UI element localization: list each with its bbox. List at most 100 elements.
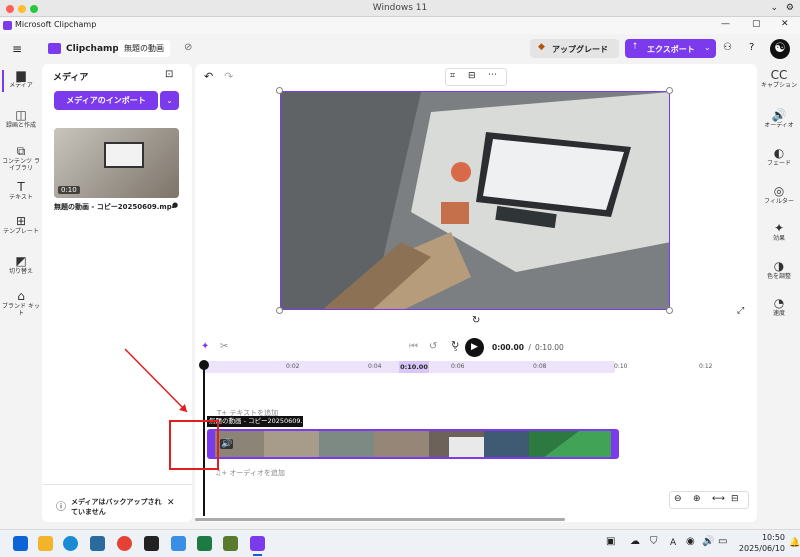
video-clip[interactable]: 🔊 <box>207 429 619 459</box>
add-audio-track[interactable]: ♫+ オーディオを追加 <box>215 468 285 478</box>
rail-item-0[interactable]: ▆ メディア <box>0 68 42 89</box>
wifi-icon[interactable]: ◉ <box>686 536 695 547</box>
active-app-indicator <box>253 554 262 556</box>
right-rail-label: 色を調整 <box>766 273 791 280</box>
minimize-button[interactable]: — <box>721 19 730 29</box>
resize-handle[interactable] <box>666 307 673 314</box>
rotate-icon[interactable]: ↻ <box>472 315 480 326</box>
shield-icon[interactable]: ⛉ <box>650 536 658 547</box>
fit-icon[interactable]: ⊟ <box>468 71 476 81</box>
timeline-scrollbar[interactable] <box>195 518 565 521</box>
rail-item-1[interactable]: ◫ 録画と作成 <box>0 108 42 129</box>
language-indicator[interactable]: A <box>670 538 676 548</box>
panel-collapse-icon[interactable]: ⊡ <box>165 69 173 80</box>
battery-icon[interactable]: ▭ <box>718 536 727 547</box>
fit-timeline-icon[interactable]: ⟷ <box>712 494 725 504</box>
camera-icon: ◫ <box>15 108 27 122</box>
export-button[interactable]: ⭡ エクスポート ⌄ <box>625 39 716 58</box>
rewind-icon[interactable]: ↺ <box>429 341 437 352</box>
store-icon[interactable] <box>90 536 105 551</box>
clip-filmstrip <box>209 431 617 457</box>
play-button[interactable]: ▶ <box>465 338 484 357</box>
rail-item-5[interactable]: ◩ 切り替え <box>0 254 42 275</box>
snap-icon[interactable]: ⊟ <box>731 494 739 504</box>
transition-icon: ◩ <box>15 254 27 268</box>
resize-handle[interactable] <box>276 307 283 314</box>
zoom-out-icon[interactable]: ⊖ <box>674 494 682 504</box>
gear-icon[interactable]: ⚙ <box>786 3 794 13</box>
timeline-ruler[interactable]: 0:02 0:04 0:06 0:08 0:10 0:12 0:10.00 <box>202 361 750 373</box>
video-frame <box>281 92 669 309</box>
tray-icon[interactable]: ▣ <box>606 536 615 547</box>
rail-item-label: 切り替え <box>8 268 33 275</box>
clip-audio-icon[interactable]: 🔊 <box>220 439 234 449</box>
zoom-in-icon[interactable]: ⊕ <box>693 494 701 504</box>
scissors-icon[interactable]: ✂ <box>220 341 228 352</box>
rail-item-6[interactable]: ⌂ ブランド キット <box>0 289 42 317</box>
rail-item-3[interactable]: T テキスト <box>0 180 42 201</box>
left-rail: ▆ メディア ◫ 録画と作成 ⧉ コンテンツ ライブラリ T テキスト ⊞ テンプレート ◩ 切り替え… <box>0 64 42 522</box>
resize-handle[interactable] <box>666 87 673 94</box>
hamburger-icon[interactable]: ≡ <box>12 42 22 56</box>
import-dropdown-button[interactable]: ⌄ <box>160 91 179 110</box>
video-preview[interactable] <box>280 91 670 310</box>
more-icon[interactable]: ⋯ <box>488 70 497 80</box>
redo-icon[interactable]: ↷ <box>224 70 233 83</box>
undo-icon[interactable]: ↶ <box>204 70 213 83</box>
help-button[interactable]: ? <box>749 42 754 53</box>
upload-icon: ⭡ <box>633 42 638 52</box>
time-total: 0:10.00 <box>535 343 564 352</box>
right-rail-label: 速度 <box>772 310 785 317</box>
right-rail-item-6[interactable]: ◔ 速度 <box>758 296 800 317</box>
annotation-arrow <box>124 348 188 413</box>
import-media-button[interactable]: メディアのインポート <box>54 91 158 110</box>
time-current: 0:00.00 <box>492 343 524 352</box>
right-rail-item-2[interactable]: ◐ フェード <box>758 146 800 167</box>
right-rail-item-1[interactable]: 🔊 オーディオ <box>758 108 800 129</box>
fullscreen-icon[interactable]: ⤢ <box>737 306 744 316</box>
right-rail-item-3[interactable]: ◎ フィルター <box>758 184 800 205</box>
ruler-tick: 0:10 <box>614 363 628 370</box>
start-icon[interactable] <box>13 536 28 551</box>
export-label: エクスポート <box>647 45 695 54</box>
volume-icon[interactable]: 🔊 <box>702 536 714 547</box>
notepad-icon[interactable] <box>223 536 238 551</box>
clock-date[interactable]: 2025/06/10 <box>735 544 785 553</box>
close-button[interactable]: ✕ <box>781 19 789 29</box>
right-rail-item-4[interactable]: ✦ 効果 <box>758 221 800 242</box>
excel-icon[interactable] <box>197 536 212 551</box>
photos-icon[interactable] <box>171 536 186 551</box>
rail-item-label: テキスト <box>9 194 33 201</box>
dismiss-icon[interactable]: ✕ <box>167 498 175 508</box>
crop-icon[interactable]: ⌗ <box>450 71 455 81</box>
window-title: Microsoft Clipchamp <box>15 20 97 29</box>
terminal-icon[interactable] <box>144 536 159 551</box>
library-icon: ⧉ <box>16 144 26 158</box>
clipchamp-taskbar-icon[interactable] <box>250 536 265 551</box>
folder-icon: ▆ <box>16 68 26 82</box>
upgrade-button[interactable]: ◆ アップグレード <box>530 39 619 58</box>
file-explorer-icon[interactable] <box>38 536 53 551</box>
right-rail-item-0[interactable]: CC キャプション <box>758 68 800 89</box>
share-icon[interactable]: ⚇ <box>723 42 732 53</box>
window-titlebar: Microsoft Clipchamp — ▢ ✕ <box>0 17 800 34</box>
project-title-input[interactable]: 無題の動画 <box>118 40 170 57</box>
cloud-off-icon[interactable]: ⊘ <box>184 42 192 53</box>
resize-handle[interactable] <box>276 87 283 94</box>
maximize-button[interactable]: ▢ <box>752 19 761 29</box>
media-thumbnail[interactable]: 0:10 <box>54 128 179 198</box>
avatar[interactable]: ☯ <box>770 39 790 59</box>
cloud-icon[interactable]: ☁ <box>630 536 640 547</box>
chrome-icon[interactable] <box>117 536 132 551</box>
rail-item-4[interactable]: ⊞ テンプレート <box>0 214 42 235</box>
dropdown-icon[interactable]: ⌄ <box>770 3 778 13</box>
bell-icon[interactable]: 🔔 <box>789 538 800 548</box>
right-rail-item-5[interactable]: ◑ 色を調整 <box>758 259 800 280</box>
skip-back-icon[interactable]: ⏮ <box>409 341 418 352</box>
rail-item-2[interactable]: ⧉ コンテンツ ライブラリ <box>0 144 42 172</box>
edge-icon[interactable] <box>63 536 78 551</box>
clock-time[interactable]: 10:50 <box>745 533 785 542</box>
chevron-down-icon: ⌄ <box>704 43 711 52</box>
right-rail: CC キャプション 🔊 オーディオ ◐ フェード ◎ フィルター ✦ 効果 ◑ 色を調整 ◔ 速度 <box>758 64 800 522</box>
clip-trim-right[interactable] <box>611 431 617 457</box>
